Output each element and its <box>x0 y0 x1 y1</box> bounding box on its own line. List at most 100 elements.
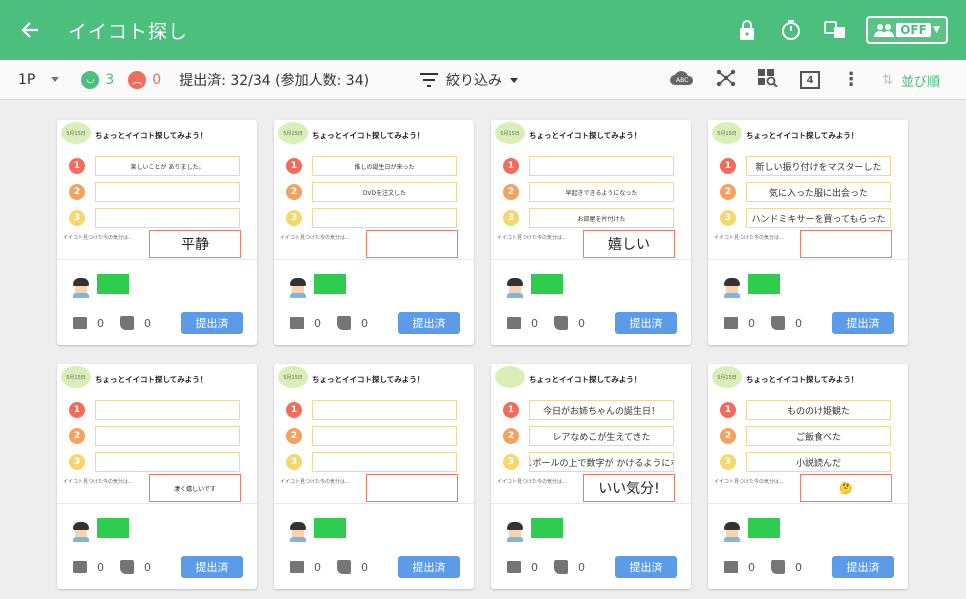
comment-icon[interactable] <box>507 317 521 329</box>
submitted-button[interactable]: 提出済 <box>615 312 677 334</box>
answer-box-1 <box>312 400 457 420</box>
answer-number-1: 1 <box>69 158 85 174</box>
thumbs-up-icon[interactable] <box>771 560 785 574</box>
lock-icon[interactable] <box>734 17 760 43</box>
comment-icon[interactable] <box>724 561 738 573</box>
thumbs-up-icon[interactable] <box>554 316 568 330</box>
translate-icon[interactable] <box>822 17 848 43</box>
answer-box-3 <box>95 452 240 472</box>
answer-box-2 <box>95 426 240 446</box>
submission-card[interactable]: 5月15日 ちょっとイイコト探してみよう！ 1 推しの誕生日が来った 2 DVDを… <box>274 120 474 345</box>
answer-box-1: 楽しいことが ありました。 <box>95 156 240 176</box>
positive-count: 3 <box>105 71 115 88</box>
worksheet-heading: ちょっとイイコト探してみよう！ <box>746 375 859 384</box>
submission-card[interactable]: ちょっとイイコト探してみよう！ 1 今日がお姉ちゃんの誕生日！ 2 レアなめこが生… <box>491 364 691 589</box>
worksheet-thumbnail: 5月15日 ちょっとイイコト探してみよう！ 1 推しの誕生日が来った 2 DVDを… <box>274 120 474 260</box>
comment-icon[interactable] <box>724 317 738 329</box>
svg-text:ABC: ABC <box>676 77 688 84</box>
comment-icon[interactable] <box>290 317 304 329</box>
submitted-button[interactable]: 提出済 <box>832 312 894 334</box>
worksheet-heading: ちょっとイイコト探してみよう！ <box>529 375 642 384</box>
worksheet-thumbnail: 5月15日 ちょっとイイコト探してみよう！ 1 新しい振り付けをマスターした 2 … <box>708 120 908 260</box>
comment-icon[interactable] <box>73 561 87 573</box>
card-footer: 0 0 提出済 <box>724 556 894 578</box>
answer-number-1: 1 <box>286 402 302 418</box>
submission-card[interactable]: 5月15日 ちょっとイイコト探してみよう！ 1 新しい振り付けをマスターした 2 … <box>708 120 908 345</box>
submission-card[interactable]: 5月15日 ちょっとイイコト探してみよう！ 1 楽しいことが ありました。 2 3… <box>57 120 257 345</box>
sort-icon: ⇅ <box>882 72 893 88</box>
answer-box-3: お部屋を片付けた <box>529 208 674 228</box>
submitted-button[interactable]: 提出済 <box>181 312 243 334</box>
mood-box <box>366 474 458 502</box>
submission-card[interactable]: 5月15日 ちょっとイイコト探してみよう！ 1 もののけ姫観た 2 ご飯食べた 3 … <box>708 364 908 589</box>
thumbs-up-icon[interactable] <box>120 316 134 330</box>
abc-cloud-icon[interactable]: ABC <box>670 70 694 90</box>
date-badge: 5月15日 <box>495 122 525 144</box>
answer-number-3: 3 <box>69 210 85 226</box>
mood-label: イイコト見つけた今の気分は… <box>714 235 785 241</box>
network-icon[interactable] <box>716 69 736 91</box>
answer-box-3: バランスボールの上で数字が かけるようになった！ <box>529 452 674 472</box>
back-arrow-icon[interactable] <box>0 0 60 60</box>
submitted-button[interactable]: 提出済 <box>398 556 460 578</box>
submission-card[interactable]: 5月15日 ちょっとイイコト探してみよう！ 1 2 早起きできるようになった 3 … <box>491 120 691 345</box>
submission-card[interactable]: 5月15日 ちょっとイイコト探してみよう！ 1 2 3 イイコト見つけた今の気分… <box>57 364 257 589</box>
page-label: 1P <box>18 71 36 88</box>
card-footer: 0 0 提出済 <box>507 312 677 334</box>
sad-face-icon: ︵ <box>128 70 147 89</box>
avatar <box>290 278 306 298</box>
answer-number-3: 3 <box>503 210 519 226</box>
submitted-button[interactable]: 提出済 <box>615 556 677 578</box>
like-count: 0 <box>578 560 585 574</box>
answer-box-1: 新しい振り付けをマスターした <box>746 156 891 176</box>
like-count: 0 <box>361 560 368 574</box>
answer-number-3: 3 <box>720 210 736 226</box>
worksheet-thumbnail: 5月15日 ちょっとイイコト探してみよう！ 1 2 早起きできるようになった 3 … <box>491 120 691 260</box>
answer-number-2: 2 <box>720 184 736 200</box>
answer-box-1 <box>95 400 240 420</box>
page-selector[interactable]: 1P <box>18 71 60 88</box>
like-count: 0 <box>144 560 151 574</box>
timer-icon[interactable] <box>778 17 804 43</box>
negative-count: 0 <box>152 71 162 88</box>
submitted-button[interactable]: 提出済 <box>181 556 243 578</box>
answer-box-1: 今日がお姉ちゃんの誕生日！ <box>529 400 674 420</box>
student-name-redacted <box>97 274 129 294</box>
like-count: 0 <box>578 316 585 330</box>
comment-icon[interactable] <box>73 317 87 329</box>
answer-number-1: 1 <box>720 158 736 174</box>
comment-count: 0 <box>97 316 104 330</box>
mood-label: イイコト見つけた今の気分は… <box>497 479 568 485</box>
card-footer: 0 0 提出済 <box>724 312 894 334</box>
comment-icon[interactable] <box>507 561 521 573</box>
answer-number-1: 1 <box>286 158 302 174</box>
grid-search-icon[interactable] <box>758 69 778 91</box>
date-badge: 5月15日 <box>712 366 742 388</box>
thumbs-up-icon[interactable] <box>337 316 351 330</box>
thumbs-up-icon[interactable] <box>337 560 351 574</box>
thumbs-up-icon[interactable] <box>120 560 134 574</box>
comment-icon[interactable] <box>290 561 304 573</box>
submission-card[interactable]: 5月15日 ちょっとイイコト探してみよう！ 1 2 3 イイコト見つけた今の気分… <box>274 364 474 589</box>
more-vert-icon[interactable]: ⋮ <box>842 71 860 89</box>
mood-box <box>800 230 892 258</box>
student-name-redacted <box>531 518 563 538</box>
share-toggle-button[interactable]: OFF ▼ <box>866 16 948 44</box>
comment-count: 0 <box>314 560 321 574</box>
sort-button[interactable]: ⇅ 並び順 <box>882 71 940 90</box>
date-badge: 5月15日 <box>712 122 742 144</box>
grid-size-icon[interactable]: 4 <box>800 71 821 89</box>
avatar <box>73 522 89 542</box>
filter-button[interactable]: 絞り込み <box>420 60 518 100</box>
thumbs-up-icon[interactable] <box>554 560 568 574</box>
thumbs-up-icon[interactable] <box>771 316 785 330</box>
submitted-button[interactable]: 提出済 <box>832 556 894 578</box>
worksheet-thumbnail: 5月15日 ちょっとイイコト探してみよう！ 1 2 3 イイコト見つけた今の気分… <box>57 364 257 504</box>
submitted-button[interactable]: 提出済 <box>398 312 460 334</box>
student-name-redacted <box>97 518 129 538</box>
card-footer: 0 0 提出済 <box>290 556 460 578</box>
answer-box-1 <box>529 156 674 176</box>
student-name-redacted <box>748 518 780 538</box>
answer-number-1: 1 <box>503 402 519 418</box>
answer-box-3: ハンドミキサーを買ってもらった <box>746 208 891 228</box>
